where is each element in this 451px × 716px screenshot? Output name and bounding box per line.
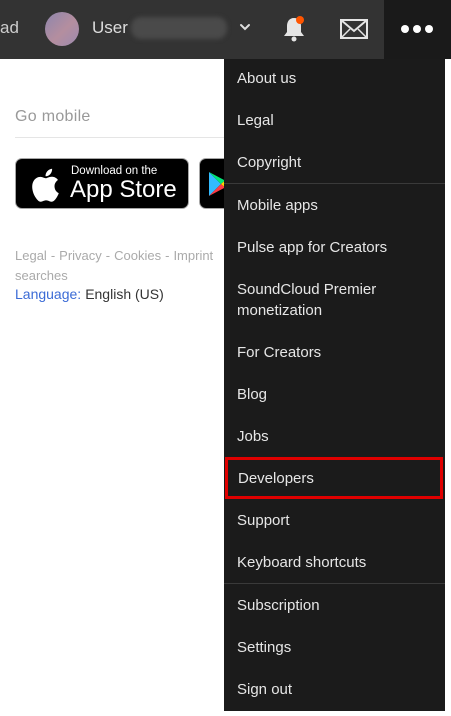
menu-item-about-us[interactable]: About us [224,59,445,99]
more-icon [401,25,409,33]
top-header: ad User [0,0,451,59]
app-store-badge[interactable]: Download on the App Store [15,158,189,209]
menu-item-blog[interactable]: Blog [224,373,445,415]
menu-item-premier-monetization[interactable]: SoundCloud Premier monetization [224,268,445,331]
more-dropdown-menu: About us Legal Copyright Mobile apps Pul… [224,59,445,711]
menu-group-account: Subscription Settings Sign out [224,584,445,710]
mail-icon[interactable] [340,18,368,40]
menu-item-for-creators[interactable]: For Creators [224,331,445,373]
footer-link-privacy[interactable]: Privacy [59,248,102,263]
language-label[interactable]: Language: [15,286,81,302]
footer-separator: - [105,248,111,263]
user-name-redacted [131,17,227,39]
avatar[interactable] [45,12,79,46]
menu-group-resources: Mobile apps Pulse app for Creators Sound… [224,184,445,584]
footer-links: Legal - Privacy - Cookies - Imprint searches [15,246,245,286]
footer-link-cookies[interactable]: Cookies [114,248,161,263]
apple-icon [32,168,59,202]
footer-link-searches[interactable]: searches [15,268,68,283]
menu-item-settings[interactable]: Settings [224,626,445,668]
chevron-down-icon[interactable] [238,20,252,34]
notification-dot [296,16,304,24]
menu-group-company: About us Legal Copyright [224,59,445,184]
app-store-big-text: App Store [70,176,177,203]
more-icon-dot [413,25,421,33]
menu-item-copyright[interactable]: Copyright [224,141,445,183]
footer-link-legal[interactable]: Legal [15,248,47,263]
footer-link-imprint[interactable]: Imprint [173,248,213,263]
menu-item-sign-out[interactable]: Sign out [224,668,445,710]
user-name[interactable]: User [92,18,128,38]
language-row: Language: English (US) [15,286,164,302]
menu-item-pulse-app[interactable]: Pulse app for Creators [224,226,445,268]
more-button[interactable] [384,0,451,59]
footer-separator: - [165,248,170,263]
menu-item-legal[interactable]: Legal [224,99,445,141]
more-icon-dot [425,25,433,33]
divider [15,137,230,138]
menu-item-jobs[interactable]: Jobs [224,415,445,457]
footer-separator: - [50,248,56,263]
menu-item-subscription[interactable]: Subscription [224,584,445,626]
menu-item-support[interactable]: Support [224,499,445,541]
menu-item-keyboard-shortcuts[interactable]: Keyboard shortcuts [224,541,445,583]
upload-link[interactable]: ad [0,18,19,38]
menu-item-mobile-apps[interactable]: Mobile apps [224,184,445,226]
go-mobile-heading: Go mobile [15,108,91,125]
language-value[interactable]: English (US) [85,286,164,302]
menu-item-developers[interactable]: Developers [225,457,443,499]
